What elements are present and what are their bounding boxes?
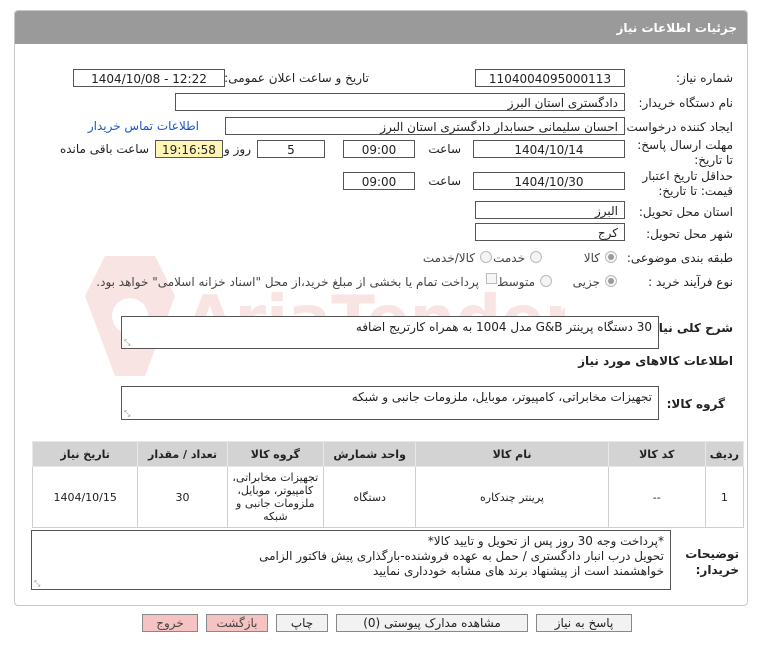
announce-label: تاریخ و ساعت اعلان عمومی: (224, 71, 369, 85)
requester-field[interactable]: احسان سلیمانی حسابدار دادگستری استان الب… (225, 117, 625, 135)
province-field[interactable]: البرز (475, 201, 625, 219)
process-label: نوع فرآیند خرید : (648, 275, 733, 289)
process-radio-medium[interactable] (540, 275, 552, 287)
days-field[interactable]: 5 (257, 140, 325, 158)
category-option-goods-service: کالا/خدمت (422, 251, 475, 265)
col-header-code: کد کالا (607, 441, 706, 467)
panel-title: جزئیات اطلاعات نیاز (616, 21, 737, 35)
category-radio-service[interactable] (530, 251, 542, 263)
deadline-date-field[interactable]: 1404/10/14 (473, 140, 625, 158)
treasury-payment-checkbox[interactable] (486, 273, 497, 284)
days-label: روز و (224, 142, 251, 156)
requester-label: ایجاد کننده درخواست: (622, 120, 733, 134)
category-radio-goods[interactable] (605, 251, 617, 263)
validity-time-field[interactable]: 09:00 (343, 172, 415, 190)
validity-label: حداقل تاریخ اعتبار قیمت: تا تاریخ: (642, 169, 733, 198)
reply-button[interactable]: پاسخ به نیاز (536, 614, 632, 632)
province-label: استان محل تحویل: (638, 205, 733, 219)
goods-group-label: گروه کالا: (666, 397, 725, 411)
buyer-notes-textarea[interactable]: *پرداخت وجه 30 روز پس از تحویل و تایید ک… (31, 530, 671, 590)
process-radio-minor[interactable] (605, 275, 617, 287)
items-table: ردیف کد کالا نام کالا واحد شمارش گروه کا… (31, 441, 745, 528)
col-header-name: نام کالا (415, 441, 609, 467)
treasury-payment-note: پرداخت تمام یا بخشی از مبلغ خرید،از محل … (96, 275, 479, 289)
col-header-date: تاریخ نیاز (31, 441, 139, 467)
deadline-label: مهلت ارسال پاسخ: تا تاریخ: (637, 138, 733, 167)
print-button[interactable]: چاپ (276, 614, 328, 632)
description-text: 30 دستگاه پرینتر G&B مدل 1004 به همراه ک… (355, 320, 652, 334)
category-radio-goods-service[interactable] (480, 251, 492, 263)
validity-date-field[interactable]: 1404/10/30 (473, 172, 625, 190)
buyer-note-line: *پرداخت وجه 30 روز پس از تحویل و تایید ک… (427, 534, 664, 548)
cell-group: تجهیزات مخابراتی، کامپیوتر، موبایل، ملزو… (226, 466, 324, 528)
buyer-org-label: نام دستگاه خریدار: (638, 96, 734, 110)
col-header-row: ردیف (704, 441, 745, 467)
table-header-row: ردیف کد کالا نام کالا واحد شمارش گروه کا… (31, 441, 745, 467)
city-field[interactable]: کرج (475, 223, 625, 241)
goods-group-text: تجهیزات مخابراتی، کامپیوتر، موبایل، ملزو… (351, 390, 652, 404)
deadline-time-label: ساعت (428, 142, 461, 156)
cell-qty: 30 (137, 466, 228, 528)
announce-field[interactable]: 1404/10/08 - 12:22 (73, 69, 225, 87)
category-option-goods: کالا (583, 251, 600, 265)
remaining-time-field[interactable]: 19:16:58 (155, 140, 223, 158)
description-label: شرح کلی نیاز: (647, 321, 733, 335)
buyer-note-line: تحویل درب انبار دادگستری / حمل به عهده ف… (259, 549, 664, 563)
buyer-org-field[interactable]: دادگستری استان البرز (175, 93, 625, 111)
goods-info-title: اطلاعات کالاهای مورد نیاز (578, 354, 733, 368)
table-row[interactable]: 1 -- پرینتر چندکاره دستگاه تجهیزات مخابر… (31, 466, 745, 528)
cell-code: -- (607, 466, 706, 528)
cell-unit: دستگاه (322, 466, 417, 528)
panel-header: جزئیات اطلاعات نیاز (15, 11, 747, 44)
col-header-qty: تعداد / مقدار (137, 441, 228, 467)
deadline-time-field[interactable]: 09:00 (343, 140, 415, 158)
col-header-group: گروه کالا (226, 441, 324, 467)
cell-row: 1 (704, 466, 745, 528)
process-option-medium: متوسط (497, 275, 535, 289)
process-option-minor: جزیی (572, 275, 600, 289)
goods-group-textarea[interactable]: تجهیزات مخابراتی، کامپیوتر، موبایل، ملزو… (121, 386, 659, 420)
resize-grip-icon[interactable]: ⤡ (124, 339, 130, 347)
validity-time-label: ساعت (428, 174, 461, 188)
category-label: طبقه بندی موضوعی: (626, 251, 733, 265)
city-label: شهر محل تحویل: (646, 227, 733, 241)
need-number-label: شماره نیاز: (676, 71, 733, 85)
buyer-contact-link[interactable]: اطلاعات تماس خریدار (88, 119, 199, 133)
back-button[interactable]: بازگشت (206, 614, 268, 632)
cell-name: پرینتر چندکاره (415, 466, 609, 528)
need-number-field[interactable]: 1104004095000113 (475, 69, 625, 87)
buyer-note-line: خواهشمند است از پیشنهاد برند های مشابه خ… (372, 564, 664, 578)
description-textarea[interactable]: 30 دستگاه پرینتر G&B مدل 1004 به همراه ک… (121, 316, 659, 349)
col-header-unit: واحد شمارش (322, 441, 417, 467)
buyer-notes-label: توضیحات خریدار: (685, 547, 739, 577)
view-attachments-button[interactable]: مشاهده مدارک پیوستی (0) (336, 614, 528, 632)
category-option-service: خدمت (493, 251, 525, 265)
cell-date: 1404/10/15 (31, 466, 139, 528)
remaining-label: ساعت باقی مانده (59, 142, 149, 156)
resize-grip-icon[interactable]: ⤡ (34, 580, 40, 588)
resize-grip-icon[interactable]: ⤡ (124, 410, 130, 418)
exit-button[interactable]: خروج (142, 614, 198, 632)
